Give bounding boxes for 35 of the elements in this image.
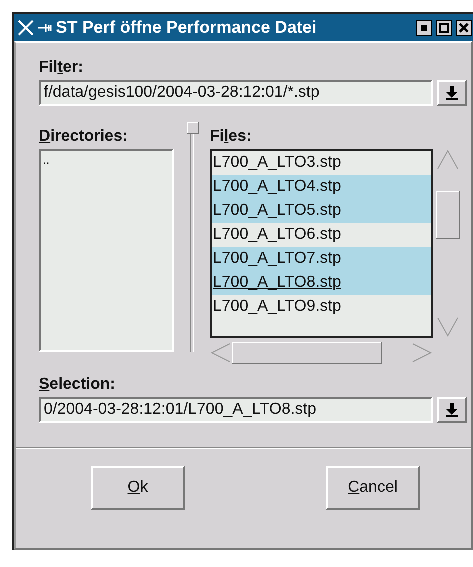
directories-label: Directories:	[39, 128, 129, 146]
maximize-icon	[439, 22, 449, 32]
file-item[interactable]: L700_A_LTO9.stp	[212, 295, 431, 319]
x-logo-icon	[18, 20, 34, 36]
path-field[interactable]: f/data/gesis100/2004-03-28:12:01/*.stp	[39, 80, 433, 106]
minimize-button[interactable]	[416, 20, 432, 36]
file-item[interactable]: L700_A_LTO4.stp	[212, 175, 431, 199]
splitter-handle[interactable]	[187, 122, 199, 134]
selection-label: Selection:	[39, 376, 116, 394]
window-title: ST Perf öffne Performance Datei	[56, 18, 318, 38]
file-item[interactable]: L700_A_LTO8.stp	[212, 271, 431, 295]
file-item[interactable]: L700_A_LTO5.stp	[212, 199, 431, 223]
path-field[interactable]: 0/2004-03-28:12:01/L700_A_LTO8.stp	[39, 397, 433, 423]
pin-icon[interactable]	[38, 22, 52, 32]
files-list[interactable]: L700_A_LTO3.stp L700_A_LTO4.stp L700_A_LTO5.stp L700_A_LTO6.stp L700_A_LTO7.stp L700_A_LTO8.stp L700_A_LTO9.stp	[210, 149, 433, 338]
scroll-thumb[interactable]	[232, 342, 382, 364]
horizontal-scrollbar[interactable]	[210, 341, 433, 365]
directory-item[interactable]: ..	[43, 153, 170, 167]
down-arrow-icon	[446, 403, 458, 417]
dropdown-button[interactable]	[437, 397, 467, 423]
file-item[interactable]: L700_A_LTO3.stp	[212, 151, 431, 175]
maximize-button[interactable]	[436, 20, 452, 36]
ok-button[interactable]: Ok	[91, 466, 185, 510]
down-arrow-icon	[446, 86, 458, 100]
directories-list[interactable]: ..	[39, 149, 174, 352]
files-label: Files:	[210, 128, 253, 146]
cancel-button[interactable]: Cancel	[326, 466, 420, 510]
minimize-icon	[421, 24, 427, 30]
scroll-thumb[interactable]	[436, 191, 460, 239]
file-item[interactable]: L700_A_LTO7.stp	[212, 247, 431, 271]
close-button[interactable]	[456, 20, 472, 36]
close-icon	[459, 22, 469, 32]
filter-label: Filter:	[39, 59, 84, 77]
file-item[interactable]: L700_A_LTO6.stp	[212, 223, 431, 247]
dropdown-button[interactable]	[437, 80, 467, 106]
